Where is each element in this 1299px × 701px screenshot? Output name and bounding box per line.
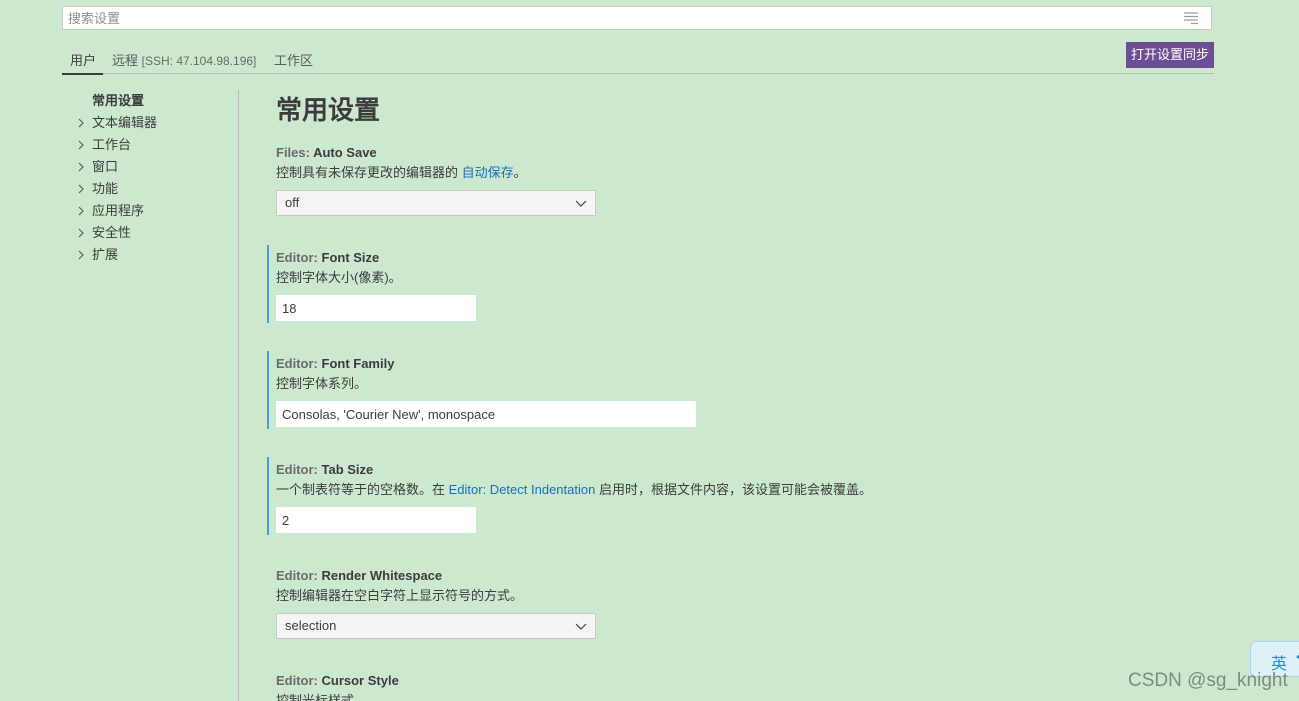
search-input[interactable] bbox=[63, 7, 1168, 29]
settings-toc: 常用设置 文本编辑器 工作台 窗口 功能 应用程序 安全性 扩展 bbox=[76, 90, 236, 266]
setting-files-auto-save: Files: Auto Save 控制具有未保存更改的编辑器的 自动保存。 of… bbox=[276, 144, 1176, 216]
tab-remote-detail: [SSH: 47.104.98.196] bbox=[141, 54, 257, 68]
setting-description: 控制编辑器在空白字符上显示符号的方式。 bbox=[276, 588, 524, 603]
setting-title: Editor: Font Family bbox=[276, 356, 395, 371]
setting-description: 控制具有未保存更改的编辑器的 自动保存。 bbox=[276, 165, 527, 180]
setting-editor-font-family: Editor: Font Family 控制字体系列。 bbox=[267, 351, 1176, 429]
chevron-right-icon bbox=[78, 206, 84, 216]
chevron-right-icon bbox=[78, 118, 84, 128]
setting-title: Editor: Font Size bbox=[276, 250, 380, 265]
setting-description: 控制字体系列。 bbox=[276, 376, 368, 391]
toc-divider[interactable] bbox=[238, 90, 239, 701]
font-family-input[interactable] bbox=[276, 401, 696, 427]
toc-item-security[interactable]: 安全性 bbox=[76, 222, 236, 244]
setting-editor-tab-size: Editor: Tab Size 一个制表符等于的空格数。在 Editor: D… bbox=[267, 457, 1176, 535]
auto-save-select[interactable]: off bbox=[276, 190, 596, 216]
settings-editor: 用户 远程 [SSH: 47.104.98.196] 工作区 打开设置同步 常用… bbox=[0, 0, 1299, 701]
font-size-input[interactable] bbox=[276, 295, 476, 321]
page-title: 常用设置 bbox=[276, 95, 381, 125]
tab-user[interactable]: 用户 bbox=[70, 50, 96, 69]
tab-remote-label: 远程 bbox=[112, 53, 139, 68]
chevron-right-icon bbox=[78, 184, 84, 194]
setting-title: Files: Auto Save bbox=[276, 145, 377, 160]
tab-size-input[interactable] bbox=[276, 507, 476, 533]
filter-icon[interactable] bbox=[1183, 11, 1199, 25]
active-tab-indicator bbox=[62, 73, 103, 75]
setting-editor-cursor-style: Editor: Cursor Style 控制光标样式。 bbox=[276, 672, 1176, 701]
toc-item-commonly-used[interactable]: 常用设置 bbox=[76, 90, 236, 112]
open-settings-sync-button[interactable]: 打开设置同步 bbox=[1125, 42, 1214, 68]
modified-indicator bbox=[267, 457, 269, 535]
chevron-down-icon bbox=[575, 623, 587, 630]
setting-title: Editor: Cursor Style bbox=[276, 673, 399, 688]
setting-description: 一个制表符等于的空格数。在 Editor: Detect Indentation… bbox=[276, 482, 872, 497]
setting-title: Editor: Render Whitespace bbox=[276, 568, 443, 583]
detect-indentation-link[interactable]: Editor: Detect Indentation bbox=[449, 482, 596, 497]
chevron-right-icon bbox=[78, 140, 84, 150]
tab-workspace[interactable]: 工作区 bbox=[274, 50, 313, 69]
render-whitespace-select[interactable]: selection bbox=[276, 613, 596, 639]
modified-indicator bbox=[267, 351, 269, 429]
toc-item-application[interactable]: 应用程序 bbox=[76, 200, 236, 222]
settings-list: 常用设置 Files: Auto Save 控制具有未保存更改的编辑器的 自动保… bbox=[267, 90, 1176, 701]
chevron-down-icon bbox=[575, 200, 587, 207]
toc-item-features[interactable]: 功能 bbox=[76, 178, 236, 200]
chevron-right-icon bbox=[78, 228, 84, 238]
tab-remote[interactable]: 远程 [SSH: 47.104.98.196] bbox=[112, 50, 256, 69]
toc-item-extensions[interactable]: 扩展 bbox=[76, 244, 236, 266]
watermark: CSDN @sg_knight bbox=[1128, 670, 1288, 691]
auto-save-link[interactable]: 自动保存 bbox=[462, 165, 514, 180]
search-bar[interactable] bbox=[62, 6, 1212, 30]
toc-item-text-editor[interactable]: 文本编辑器 bbox=[76, 112, 236, 134]
setting-editor-font-size: Editor: Font Size 控制字体大小(像素)。 bbox=[267, 245, 1176, 323]
scope-tabs: 用户 远程 [SSH: 47.104.98.196] 工作区 打开设置同步 bbox=[62, 42, 1214, 75]
setting-description: 控制光标样式。 bbox=[276, 693, 368, 701]
modified-indicator bbox=[267, 245, 269, 323]
setting-title: Editor: Tab Size bbox=[276, 462, 374, 477]
chevron-right-icon bbox=[78, 162, 84, 172]
setting-editor-render-whitespace: Editor: Render Whitespace 控制编辑器在空白字符上显示符… bbox=[276, 567, 1176, 639]
toc-item-workbench[interactable]: 工作台 bbox=[76, 134, 236, 156]
toc-item-window[interactable]: 窗口 bbox=[76, 156, 236, 178]
setting-description: 控制字体大小(像素)。 bbox=[276, 270, 402, 285]
chevron-right-icon bbox=[78, 250, 84, 260]
